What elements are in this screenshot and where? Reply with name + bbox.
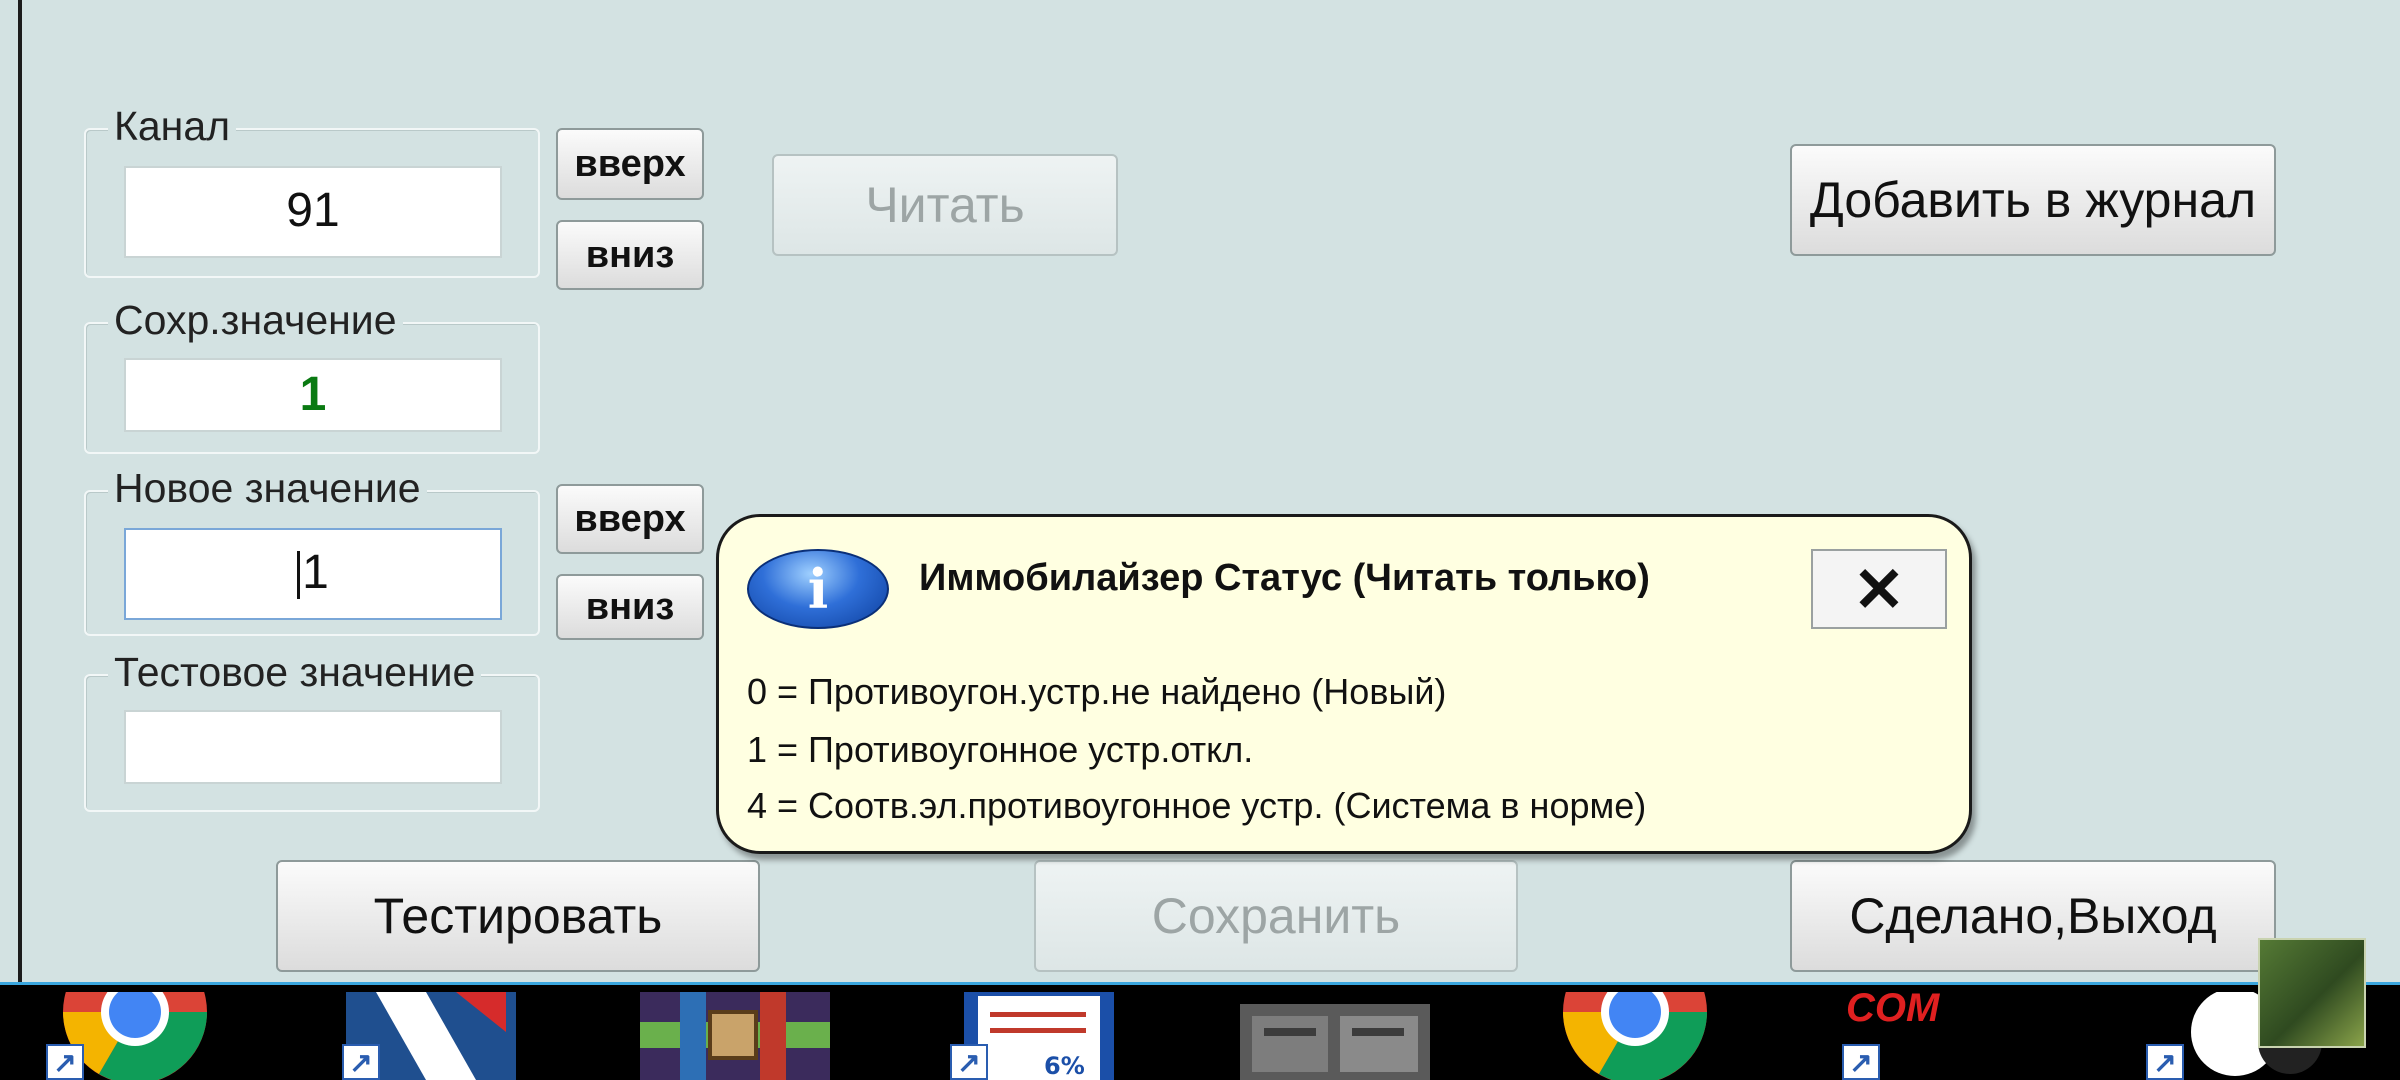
document-icon[interactable]: 6% ↗ [944,992,1134,1080]
saved-value-label: Сохр.значение [108,298,403,342]
new-value-input[interactable]: 1 [124,528,502,620]
archive-icon[interactable] [640,992,830,1080]
chrome-icon[interactable] [1540,992,1730,1080]
test-value-input[interactable] [124,710,502,784]
window-border [18,0,22,985]
channel-label: Канал [108,104,237,148]
shortcut-arrow-icon: ↗ [950,1044,988,1080]
done-exit-button[interactable]: Сделано,Выход [1790,860,2276,972]
channel-down-button[interactable]: вниз [556,220,704,290]
text-caret [297,551,301,600]
add-to-log-button[interactable]: Добавить в журнал [1790,144,2276,256]
read-button[interactable]: Читать [772,154,1118,256]
shortcut-arrow-icon: ↗ [46,1044,84,1080]
new-value-label: Новое значение [108,466,427,510]
close-icon[interactable]: ✕ [1811,549,1947,629]
tooltip-title: Иммобилайзер Статус (Читать только) [919,557,1650,599]
test-value-label: Тестовое значение [108,650,482,694]
new-value-up-button[interactable]: вверх [556,484,704,554]
com-label: COM [1846,992,1940,1030]
shortcut-arrow-icon: ↗ [1842,1044,1880,1080]
svg-text:6%: 6% [1044,1052,1085,1080]
test-button[interactable]: Тестировать [276,860,760,972]
info-icon: i [747,549,889,629]
taskbar: ↗ ↗ 6% ↗ COM ↗ ↗ [0,988,2400,1080]
diagnostic-window: Канал 91 вверх вниз Сохр.значение 1 Ново… [0,0,2400,985]
com-icon[interactable]: COM ↗ [1836,992,2026,1080]
chrome-icon[interactable]: ↗ [40,992,230,1080]
save-button[interactable]: Сохранить [1034,860,1518,972]
shortcut-arrow-icon: ↗ [342,1044,380,1080]
window-bottom-edge [0,982,2400,985]
circuit-board-thumbnail [2258,938,2366,1048]
channel-input[interactable]: 91 [124,166,502,258]
new-value-text: 1 [302,546,329,599]
image-icon[interactable] [1240,992,1430,1080]
channel-up-button[interactable]: вверх [556,128,704,200]
tooltip-line: 1 = Противоугонное устр.откл. [747,729,1254,770]
new-value-down-button[interactable]: вниз [556,574,704,640]
info-tooltip: i Иммобилайзер Статус (Читать только) ✕ … [716,514,1972,854]
saved-value-field: 1 [124,358,502,432]
shortcut-arrow-icon: ↗ [2146,1044,2184,1080]
tooltip-line: 4 = Соотв.эл.противоугонное устр. (Систе… [747,785,1647,826]
tooltip-line: 0 = Противоугон.устр.не найдено (Новый) [747,671,1447,712]
app-icon[interactable]: ↗ [336,992,526,1080]
